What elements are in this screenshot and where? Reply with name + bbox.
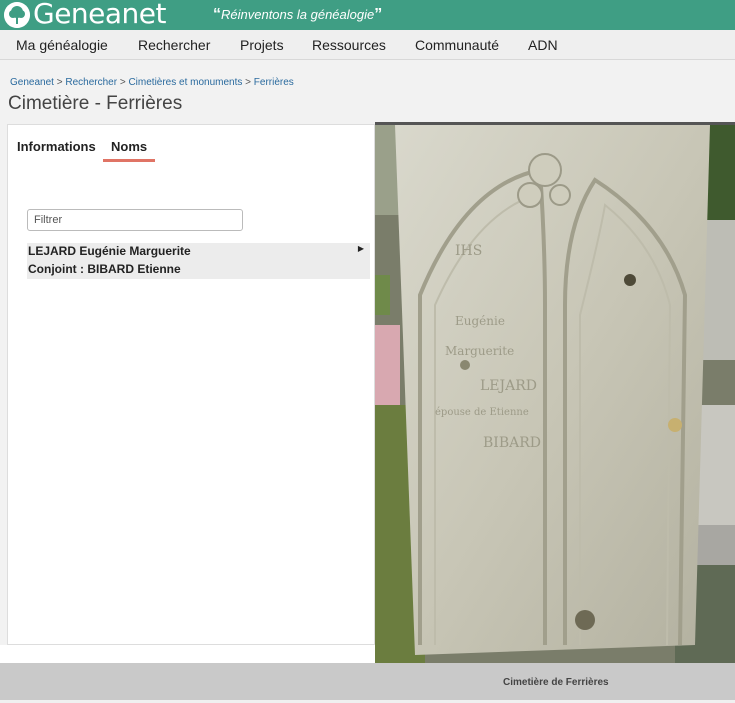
nav-communaute[interactable]: Communauté: [415, 37, 499, 53]
tombstone-photo[interactable]: IHS Eugénie Marguerite LEJARD épouse de …: [375, 122, 735, 665]
photo-caption-bar: [0, 663, 735, 700]
filter-input[interactable]: [27, 209, 243, 231]
panel-bottom: [0, 645, 375, 663]
breadcrumb: Geneanet > Rechercher > Cimetières et mo…: [10, 77, 294, 88]
nav-rechercher[interactable]: Rechercher: [138, 37, 210, 53]
breadcrumb-separator: >: [56, 77, 63, 88]
breadcrumb-separator: >: [119, 77, 126, 88]
tab-informations[interactable]: Informations: [17, 139, 96, 154]
expand-arrow-icon[interactable]: ▶: [358, 244, 364, 253]
list-item[interactable]: LEJARD Eugénie Marguerite Conjoint : BIB…: [27, 243, 370, 279]
breadcrumb-link-cimetieres[interactable]: Cimetières et monuments: [128, 77, 242, 88]
tab-noms[interactable]: Noms: [111, 139, 147, 154]
engraving-ihs: IHS: [455, 243, 482, 259]
nav-ma-genealogie[interactable]: Ma généalogie: [16, 37, 108, 53]
photo-caption: Cimetière de Ferrières: [503, 677, 609, 688]
engraving-first-name: Eugénie: [455, 314, 505, 328]
breadcrumb-link-geneanet[interactable]: Geneanet: [10, 77, 54, 88]
breadcrumb-link-ferrieres[interactable]: Ferrières: [254, 77, 294, 88]
spouse-name: Conjoint : BIBARD Etienne: [28, 262, 181, 276]
tree-logo-icon[interactable]: [4, 2, 30, 28]
top-header: Geneanet “Réinventons la généalogie”: [0, 0, 735, 30]
breadcrumb-separator: >: [245, 77, 252, 88]
nav-projets[interactable]: Projets: [240, 37, 284, 53]
brand-tagline: “Réinventons la généalogie”: [213, 6, 383, 23]
engraving-spouse-surname: BIBARD: [483, 435, 541, 451]
page-title: Cimetière - Ferrières: [8, 93, 183, 114]
brand-logo[interactable]: Geneanet: [33, 0, 167, 30]
person-name: LEJARD Eugénie Marguerite: [28, 244, 191, 258]
nav-adn[interactable]: ADN: [528, 37, 558, 53]
main-nav: Ma généalogie Rechercher Projets Ressour…: [0, 30, 735, 60]
engraving-middle-name: Marguerite: [445, 344, 514, 358]
names-panel: Informations Noms LEJARD Eugénie Marguer…: [7, 124, 375, 645]
breadcrumb-link-rechercher[interactable]: Rechercher: [65, 77, 117, 88]
tagline-text: Réinventons la généalogie: [221, 7, 375, 22]
nav-ressources[interactable]: Ressources: [312, 37, 386, 53]
engraving-surname: LEJARD: [480, 378, 537, 394]
active-tab-indicator: [103, 159, 155, 162]
engraving-spouse-line: épouse de Etienne: [435, 407, 529, 418]
